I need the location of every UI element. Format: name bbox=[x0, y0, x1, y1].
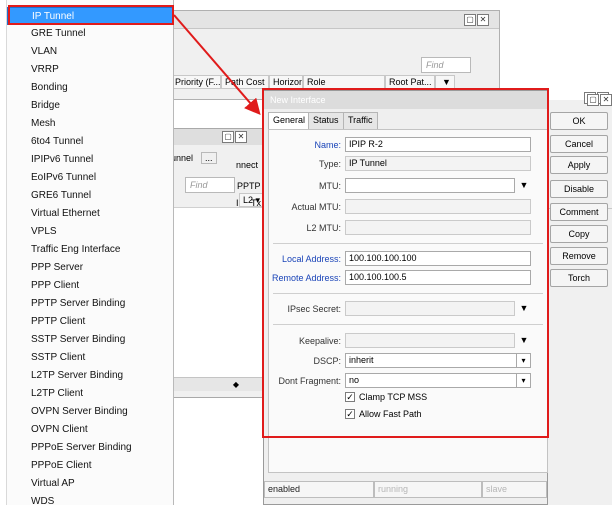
annotation-arrow bbox=[173, 14, 261, 116]
